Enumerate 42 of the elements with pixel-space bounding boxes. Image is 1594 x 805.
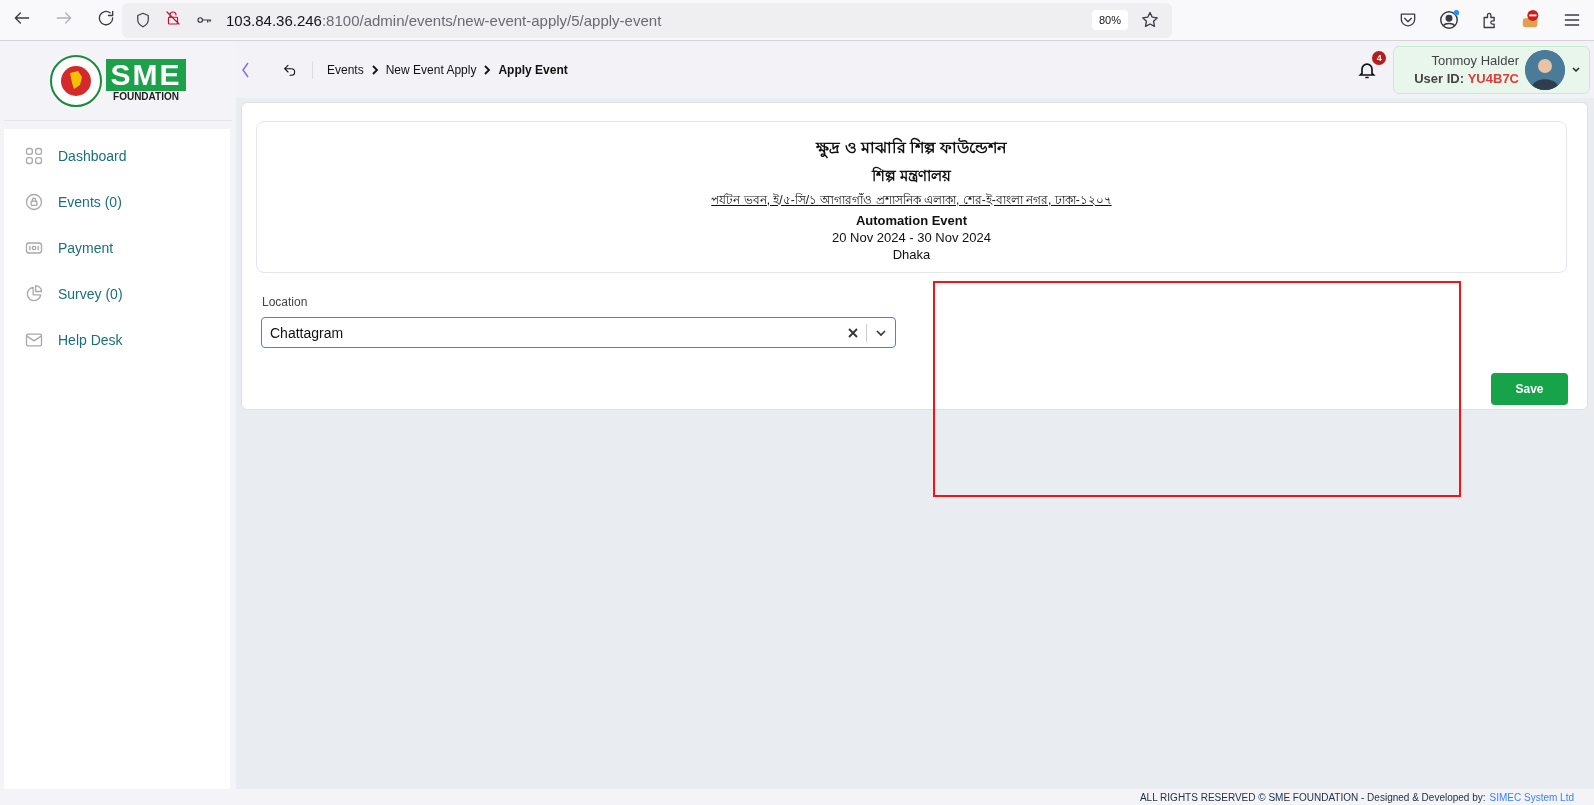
- collapse-sidebar-icon[interactable]: [240, 60, 250, 79]
- developer-link[interactable]: SIMEC System Ltd: [1489, 791, 1574, 803]
- sidebar-item[interactable]: Events (0): [4, 179, 230, 225]
- grid-icon: [24, 146, 44, 166]
- reload-icon[interactable]: [96, 8, 116, 28]
- logo-subtitle: FOUNDATION: [113, 91, 179, 102]
- bookmark-star-icon: [1140, 10, 1160, 30]
- url-text: 103.84.36.246:8100/admin/events/new-event-apply/5/apply-event: [226, 11, 663, 29]
- event-title: Automation Event: [855, 212, 968, 228]
- location-label: Location: [262, 295, 309, 309]
- organization-name: ক্ষুদ্র ও মাঝারি শিল্প ফাউন্ডেশন: [816, 134, 1007, 162]
- lock-circle-icon: [24, 192, 44, 212]
- breadcrumb-link[interactable]: Events: [327, 62, 364, 77]
- event-dates: 20 Nov 2024 - 30 Nov 2024: [832, 229, 991, 245]
- user-id: User ID: YU4B7C: [1414, 71, 1519, 86]
- copyright-text: ALL RIGHTS RESERVED © SME FOUNDATION - Designed & Developed by:: [1139, 791, 1486, 803]
- logo-wordmark: SME: [106, 59, 186, 91]
- sidebar-item[interactable]: Survey (0): [4, 271, 230, 317]
- chevron-right-icon: [369, 64, 380, 75]
- dropdown-caret-icon: [1571, 64, 1581, 75]
- user-menu[interactable]: Tonmoy Halder User ID: YU4B7C: [1393, 45, 1590, 94]
- address-bar[interactable]: 103.84.36.246:8100/admin/events/new-event-apply/5/apply-event 80%: [122, 2, 1172, 38]
- notification-count-badge: 4: [1372, 50, 1387, 65]
- government-emblem-icon: [50, 54, 103, 107]
- user-name: Tonmoy Halder: [1431, 53, 1519, 68]
- chevron-right-icon: [482, 64, 493, 75]
- ministry-name: শিল্প মন্ত্রণালয়: [871, 165, 952, 186]
- address-text: পর্যটন ভবন, ই/৫-সি/১ আগারগাঁও প্রশাসনিক এলাকা, শের-ই-বাংলা নগর, ঢাকা-১২০৭: [711, 191, 1112, 209]
- breadcrumb-link[interactable]: Apply Event: [498, 62, 568, 77]
- zoom-level-badge[interactable]: 80%: [1091, 10, 1128, 30]
- location-select[interactable]: Chattagram: [261, 317, 896, 348]
- avatar-silhouette: [1525, 49, 1565, 90]
- event-venue: Dhaka: [892, 246, 931, 262]
- pie-chart-icon: [24, 284, 44, 304]
- clear-icon[interactable]: [848, 327, 858, 338]
- sidebar-item[interactable]: Payment: [4, 225, 230, 271]
- sidebar-item[interactable]: Dashboard: [4, 133, 230, 179]
- shield-icon: [134, 11, 152, 29]
- sidebar-item[interactable]: Help Desk: [4, 317, 230, 363]
- account-icon[interactable]: [1438, 9, 1460, 31]
- breadcrumb-link[interactable]: New Event Apply: [385, 62, 477, 77]
- lock-crossed-icon[interactable]: [164, 9, 182, 27]
